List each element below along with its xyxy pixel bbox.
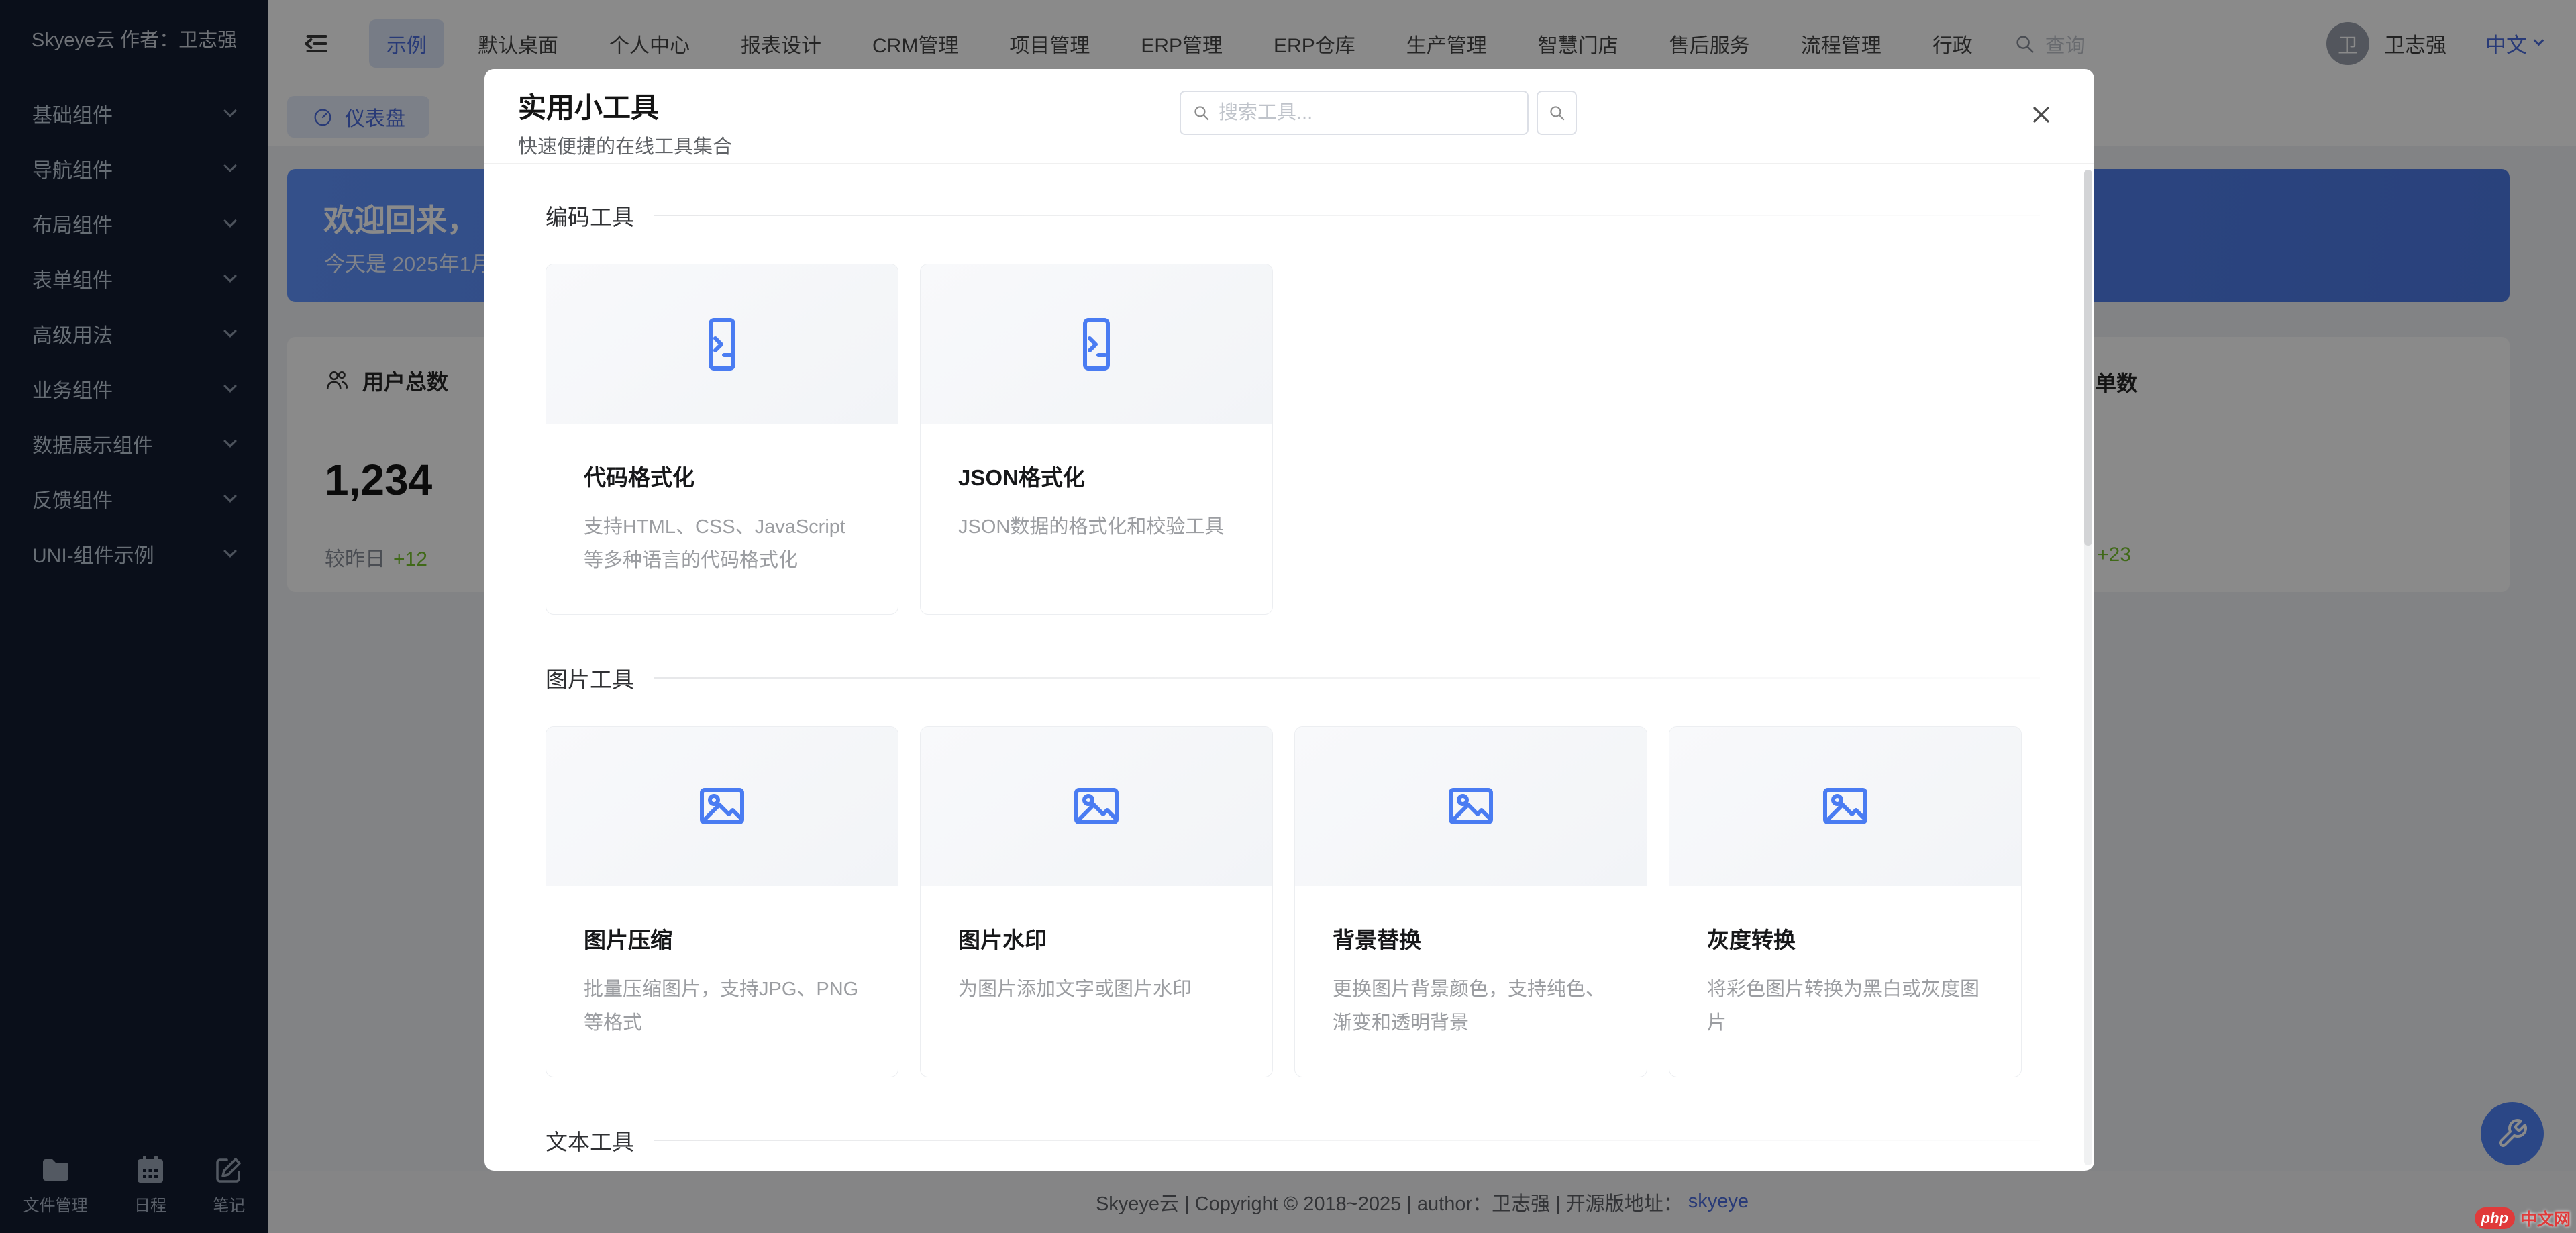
tool-icon-area: [921, 264, 1272, 424]
site-watermark: php 中文网: [2475, 1206, 2571, 1230]
tool-icon-area: [546, 727, 898, 886]
section-title: 编码工具: [546, 199, 634, 232]
tool-icon-area: [546, 264, 898, 424]
tool-desc: 为图片添加文字或图片水印: [958, 973, 1235, 1007]
tool-card-1-0[interactable]: 图片压缩批量压缩图片，支持JPG、PNG等格式: [546, 726, 898, 1077]
tool-card-1-3[interactable]: 灰度转换将彩色图片转换为黑白或灰度图片: [1669, 726, 2022, 1077]
tool-name: 灰度转换: [1707, 922, 1983, 954]
section-divider: [654, 677, 2040, 679]
tool-section-2: 文本工具: [546, 1124, 2040, 1171]
tool-icon-area: [1295, 727, 1647, 886]
tool-card-0-0[interactable]: 代码格式化支持HTML、CSS、JavaScript等多种语言的代码格式化: [546, 264, 898, 615]
tool-section-0: 编码工具代码格式化支持HTML、CSS、JavaScript等多种语言的代码格式…: [546, 199, 2040, 615]
modal-scrollbar-thumb[interactable]: [2084, 170, 2092, 546]
section-title: 图片工具: [546, 662, 634, 694]
image-icon: [1068, 778, 1125, 834]
image-icon: [1443, 778, 1499, 834]
tool-search-box: [1180, 91, 1529, 135]
section-divider: [654, 215, 2040, 216]
tool-card-body: JSON格式化 JSON数据的格式化和校验工具: [921, 424, 1272, 581]
tool-card-body: 图片压缩批量压缩图片，支持JPG、PNG等格式: [546, 886, 898, 1077]
tool-desc: 支持HTML、CSS、JavaScript等多种语言的代码格式化: [584, 511, 860, 578]
modal-body: 编码工具代码格式化支持HTML、CSS、JavaScript等多种语言的代码格式…: [484, 164, 2094, 1171]
tool-card-body: 图片水印为图片添加文字或图片水印: [921, 886, 1272, 1043]
search-icon: [1547, 103, 1566, 122]
tools-modal: 实用小工具 快速便捷的在线工具集合 编码工具代码格式化支持HTML、CSS、Ja…: [484, 69, 2094, 1171]
tool-grid: 代码格式化支持HTML、CSS、JavaScript等多种语言的代码格式化JSO…: [546, 264, 2040, 615]
tool-desc: 将彩色图片转换为黑白或灰度图片: [1707, 973, 1983, 1040]
terminal-icon: [694, 316, 750, 373]
search-icon: [1192, 103, 1210, 122]
modal-subtitle: 快速便捷的在线工具集合: [518, 131, 732, 159]
tool-card-1-1[interactable]: 图片水印为图片添加文字或图片水印: [920, 726, 1273, 1077]
tool-name: 背景替换: [1333, 922, 1609, 954]
tool-card-0-1[interactable]: JSON格式化 JSON数据的格式化和校验工具: [920, 264, 1273, 615]
tool-card-1-2[interactable]: 背景替换更换图片背景颜色，支持纯色、渐变和透明背景: [1294, 726, 1647, 1077]
tool-icon-area: [1669, 727, 2021, 886]
tool-desc: 批量压缩图片，支持JPG、PNG等格式: [584, 973, 860, 1040]
image-icon: [694, 778, 750, 834]
tool-search-input[interactable]: [1219, 102, 1516, 124]
section-divider: [654, 1140, 2040, 1141]
close-icon: [2028, 101, 2055, 128]
tool-section-1: 图片工具图片压缩批量压缩图片，支持JPG、PNG等格式图片水印为图片添加文字或图…: [546, 662, 2040, 1077]
modal-scrollbar-track[interactable]: [2084, 170, 2092, 1165]
tool-desc: 更换图片背景颜色，支持纯色、渐变和透明背景: [1333, 973, 1609, 1040]
terminal-icon: [1068, 316, 1125, 373]
tool-name: 代码格式化: [584, 460, 860, 492]
watermark-badge: php: [2475, 1207, 2515, 1229]
tool-name: 图片水印: [958, 922, 1235, 954]
section-title: 文本工具: [546, 1124, 634, 1156]
tool-search-button[interactable]: [1537, 91, 1577, 135]
modal-header: 实用小工具 快速便捷的在线工具集合: [484, 69, 2094, 164]
tool-card-body: 灰度转换将彩色图片转换为黑白或灰度图片: [1669, 886, 2021, 1077]
tool-name: JSON格式化: [958, 460, 1235, 492]
tool-icon-area: [921, 727, 1272, 886]
modal-title: 实用小工具: [518, 85, 659, 126]
tool-card-body: 代码格式化支持HTML、CSS、JavaScript等多种语言的代码格式化: [546, 424, 898, 614]
image-icon: [1817, 778, 1873, 834]
tool-card-body: 背景替换更换图片背景颜色，支持纯色、渐变和透明背景: [1295, 886, 1647, 1077]
modal-close-button[interactable]: [2021, 95, 2061, 135]
tool-desc: JSON数据的格式化和校验工具: [958, 511, 1235, 544]
tool-name: 图片压缩: [584, 922, 860, 954]
watermark-text: 中文网: [2520, 1206, 2571, 1230]
tool-grid: 图片压缩批量压缩图片，支持JPG、PNG等格式图片水印为图片添加文字或图片水印背…: [546, 726, 2040, 1077]
